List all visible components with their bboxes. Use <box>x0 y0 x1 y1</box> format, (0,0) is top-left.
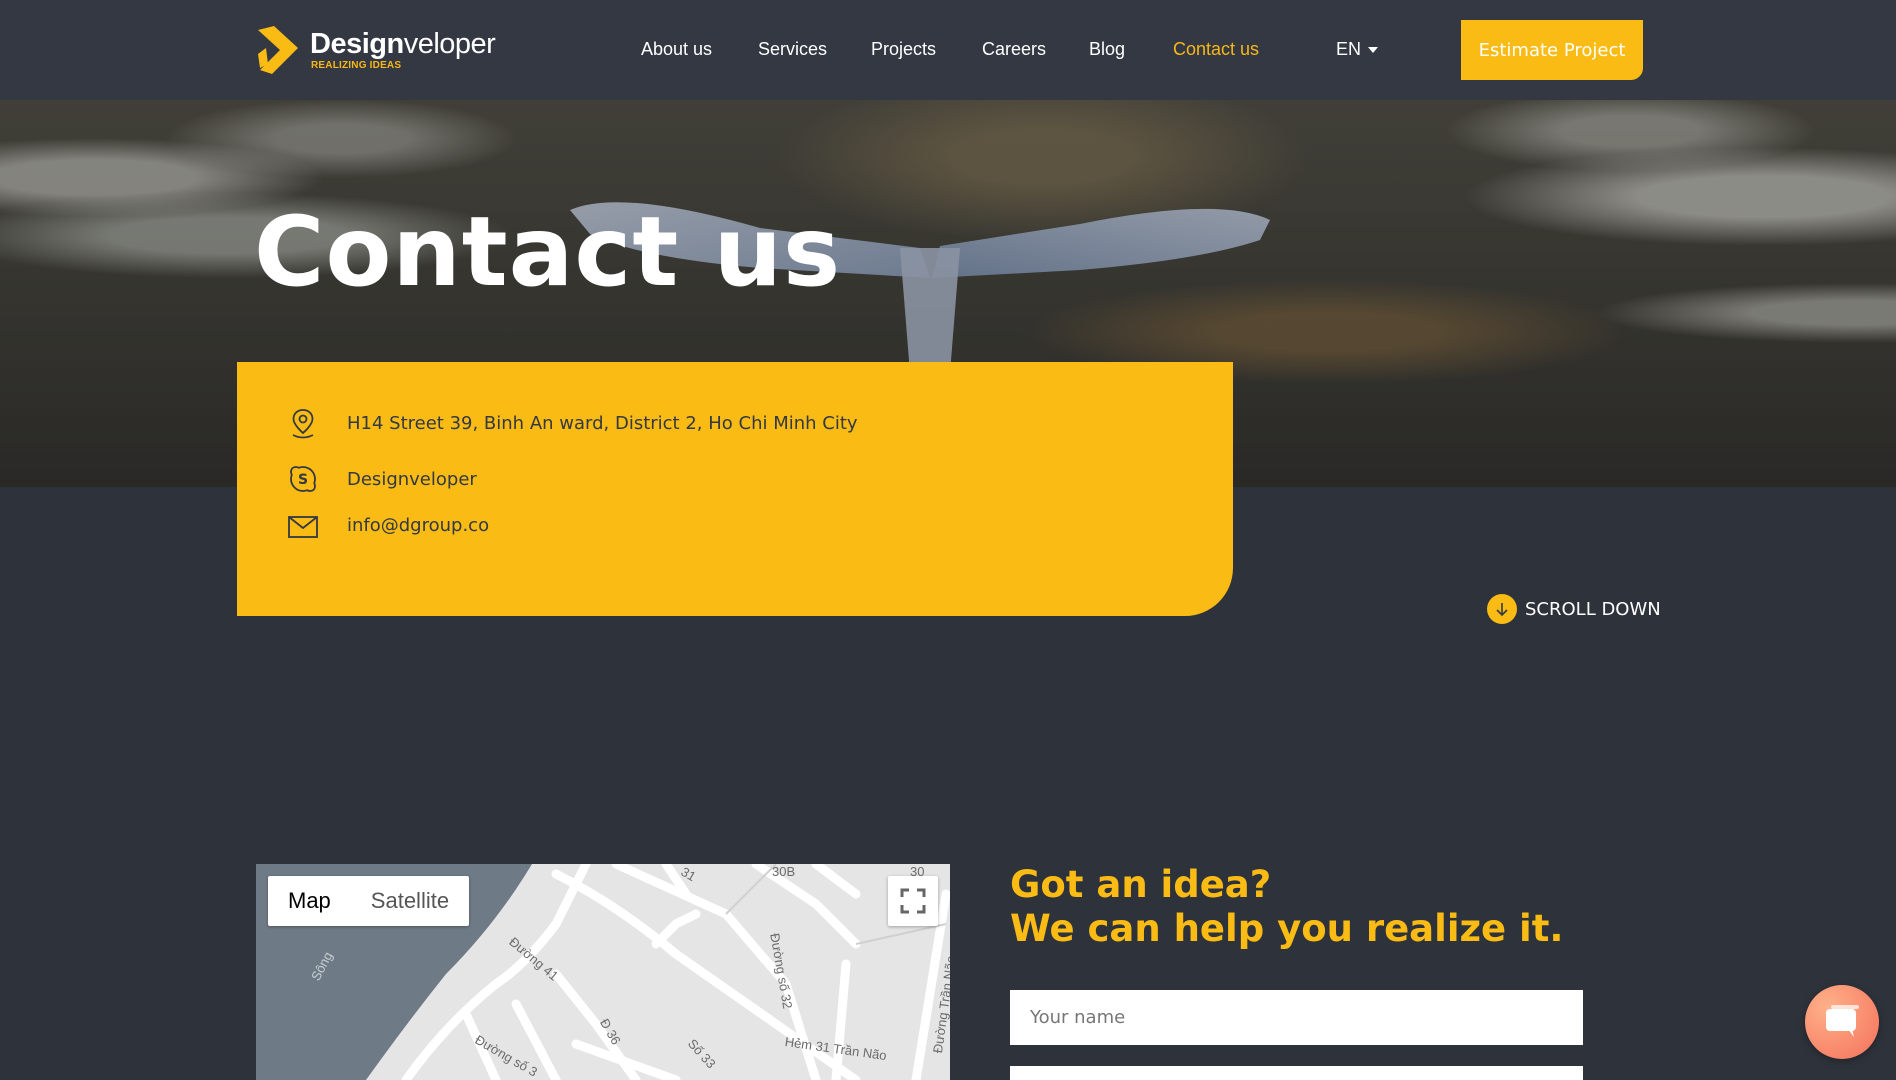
scroll-down-label: SCROLL DOWN <box>1525 598 1661 620</box>
svg-text:S: S <box>298 472 308 488</box>
form-heading: Got an idea? We can help you realize it. <box>1010 863 1563 951</box>
location-pin-icon <box>287 407 319 439</box>
nav-services[interactable]: Services <box>758 39 827 60</box>
skype-row: S <box>287 462 319 496</box>
email-text[interactable]: info@dgroup.co <box>347 515 489 536</box>
nav-about-us[interactable]: About us <box>641 39 712 60</box>
email-input[interactable] <box>1010 1066 1583 1080</box>
map-street-label: 30B <box>772 864 796 879</box>
language-selector[interactable]: EN <box>1336 39 1361 60</box>
google-map[interactable]: Sông Đường 41 Đường số 32 Đ 36 Số 33 Hẻm… <box>256 864 950 1080</box>
logo-mark-icon <box>258 26 298 74</box>
chat-button[interactable] <box>1805 985 1879 1059</box>
email-row <box>287 510 319 544</box>
name-input[interactable] <box>1010 990 1583 1045</box>
address-text: H14 Street 39, Binh An ward, District 2,… <box>347 413 858 434</box>
site-header: Designveloper REALIZING IDEAS About us S… <box>0 0 1896 100</box>
mail-icon <box>287 511 319 543</box>
logo-name: Designveloper <box>310 28 496 60</box>
map-type-toggle: Map Satellite <box>268 876 470 926</box>
skype-text[interactable]: Designveloper <box>347 469 477 490</box>
contact-info-card: H14 Street 39, Binh An ward, District 2,… <box>237 362 1233 616</box>
scroll-down-button[interactable]: SCROLL DOWN <box>1487 594 1661 624</box>
arrow-down-icon <box>1487 594 1517 624</box>
nav-contact-us[interactable]: Contact us <box>1173 39 1259 60</box>
map-tab-satellite[interactable]: Satellite <box>351 888 469 914</box>
nav-blog[interactable]: Blog <box>1089 39 1125 60</box>
estimate-project-button[interactable]: Estimate Project <box>1461 20 1643 80</box>
map-tab-map[interactable]: Map <box>268 888 351 914</box>
page-title: Contact us <box>254 196 842 308</box>
chat-bubble-icon <box>1826 1005 1859 1037</box>
logo[interactable]: Designveloper REALIZING IDEAS <box>254 22 496 80</box>
skype-icon: S <box>287 463 319 495</box>
nav-projects[interactable]: Projects <box>871 39 936 60</box>
nav-careers[interactable]: Careers <box>982 39 1046 60</box>
logo-tagline: REALIZING IDEAS <box>311 60 402 71</box>
form-heading-line2: We can help you realize it. <box>1010 907 1564 950</box>
fullscreen-icon[interactable] <box>888 876 938 926</box>
form-heading-line1: Got an idea? <box>1010 863 1272 906</box>
address-row <box>287 406 319 440</box>
caret-down-icon[interactable] <box>1368 47 1378 53</box>
